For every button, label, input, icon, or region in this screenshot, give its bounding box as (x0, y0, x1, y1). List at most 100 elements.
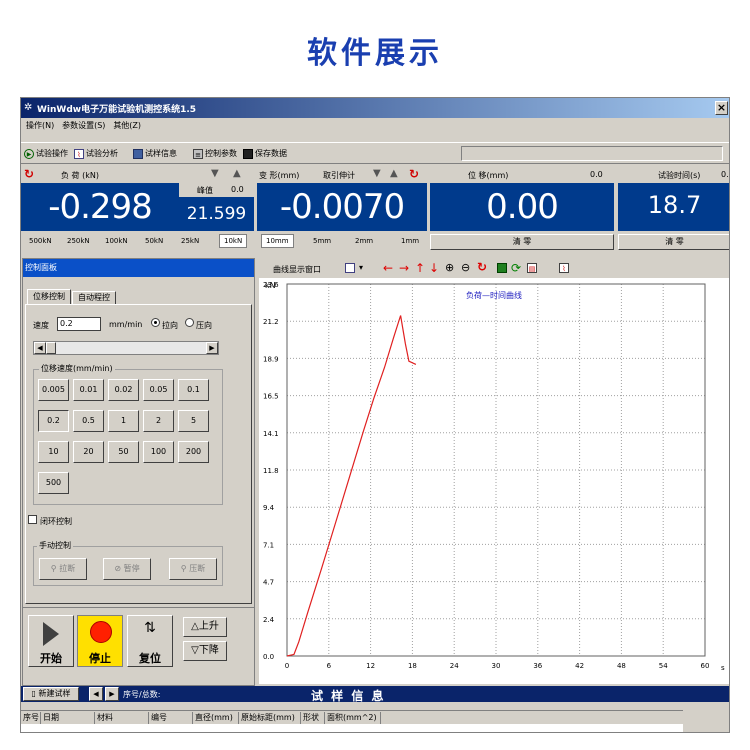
close-button[interactable]: × (715, 101, 728, 115)
dropdown-arrow-icon[interactable]: ▾ (359, 263, 363, 272)
refresh-icon[interactable]: ↻ (24, 167, 34, 181)
arrow-down-icon[interactable]: ↓ (429, 261, 439, 275)
arrow-up-icon[interactable]: ▲ (390, 168, 398, 179)
speed-label: 速度 (33, 321, 49, 330)
next-sample-button[interactable]: ▶ (105, 687, 119, 701)
preset-speed-button[interactable]: 0.01 (73, 379, 104, 401)
tab-auto-control[interactable]: 自动程控 (72, 291, 116, 304)
preset-speed-button[interactable]: 1 (108, 410, 139, 432)
start-button[interactable]: 开始 (28, 615, 74, 667)
chart-background (259, 278, 729, 684)
refresh-icon[interactable]: ↻ (477, 260, 487, 274)
preset-speed-button[interactable]: 100 (143, 441, 174, 463)
range-250kn[interactable]: 250kN (67, 237, 90, 245)
closed-loop-checkbox[interactable] (28, 515, 37, 524)
up-button[interactable]: △上升 (183, 617, 227, 637)
test-analysis-button[interactable]: ⌇ 试验分析 (74, 148, 118, 159)
prev-sample-button[interactable]: ◀ (89, 687, 103, 701)
col-material[interactable]: 材料 (95, 712, 149, 724)
chart-type-icon[interactable] (345, 263, 355, 273)
tab-position-control[interactable]: 位移控制 (27, 289, 71, 304)
load-label: 负 荷 (kN) (61, 171, 99, 180)
radio-pull-label: 拉向 (162, 321, 178, 330)
preset-speed-button[interactable]: 0.02 (108, 379, 139, 401)
col-shape[interactable]: 形状 (301, 712, 325, 724)
speed-slider[interactable]: ◀ ▶ (33, 341, 219, 355)
manual-press-button[interactable]: ⚲ 压断 (169, 558, 217, 580)
test-analysis-label: 试验分析 (86, 149, 118, 158)
speed-input[interactable]: 0.2 (57, 317, 101, 331)
arrow-left-icon[interactable]: ← (383, 261, 393, 275)
col-seq[interactable]: 序号 (21, 712, 41, 724)
col-area[interactable]: 面积(mm^2) (325, 712, 381, 724)
range-50kn[interactable]: 50kN (145, 237, 163, 245)
range-500kn[interactable]: 500kN (29, 237, 52, 245)
slider-left-arrow-icon[interactable]: ◀ (34, 342, 46, 354)
manual-pull-button[interactable]: ⚲ 拉断 (39, 558, 87, 580)
time-value: 18.7 (647, 191, 702, 219)
preset-speed-button[interactable]: 2 (143, 410, 174, 432)
range-100kn[interactable]: 100kN (105, 237, 128, 245)
preset-speed-button[interactable]: 0.1 (178, 379, 209, 401)
arrow-up-icon[interactable]: ↑ (415, 261, 425, 275)
zoom-out-icon[interactable]: ⊖ (461, 261, 470, 274)
sample-info-button[interactable]: 试样信息 (133, 148, 177, 159)
col-gauge-length[interactable]: 原始标距(mm) (239, 712, 301, 724)
time-zero-button[interactable]: 清 零 (618, 234, 729, 250)
peak-value: 21.599 (186, 204, 247, 224)
arrow-right-icon[interactable]: → (399, 261, 409, 275)
control-params-button[interactable]: ≡ 控制参数 (193, 148, 237, 159)
export-icon[interactable] (497, 263, 507, 273)
col-diameter[interactable]: 直径(mm) (193, 712, 239, 724)
arrow-down-icon[interactable]: ▼ (373, 168, 381, 179)
radio-dot (154, 321, 157, 324)
arrow-down-icon[interactable]: ▼ (211, 168, 219, 179)
report-icon[interactable]: ▤ (527, 263, 537, 273)
range-25kn[interactable]: 25kN (181, 237, 199, 245)
slider-right-arrow-icon[interactable]: ▶ (206, 342, 218, 354)
preset-speed-button[interactable]: 0.05 (143, 379, 174, 401)
save-data-button[interactable]: 保存数据 (243, 148, 287, 159)
zoom-in-icon[interactable]: ⊕ (445, 261, 454, 274)
range-10mm[interactable]: 10mm (261, 234, 294, 248)
preset-speed-button[interactable]: 0.005 (38, 379, 69, 401)
arrow-up-icon[interactable]: ▲ (233, 168, 241, 179)
print-icon[interactable]: ⌇ (559, 263, 569, 273)
preset-speed-button[interactable]: 0.5 (73, 410, 104, 432)
preset-speed-button[interactable]: 0.2 (38, 410, 69, 432)
preset-speed-button[interactable]: 10 (38, 441, 69, 463)
pause-icon: ⊘ (114, 564, 122, 573)
col-date[interactable]: 日期 (41, 712, 95, 724)
preset-speed-label: 位移速度(mm/min) (39, 363, 115, 374)
col-id[interactable]: 编号 (149, 712, 193, 724)
sync-icon[interactable]: ⟳ (511, 261, 521, 275)
menu-params[interactable]: 参数设置(S) (62, 119, 105, 133)
refresh-icon[interactable]: ↻ (409, 167, 419, 181)
disp-zero-button[interactable]: 清 零 (430, 234, 614, 250)
menu-operation[interactable]: 操作(N) (26, 119, 54, 133)
range-10kn[interactable]: 10kN (219, 234, 248, 248)
radio-press[interactable] (185, 318, 194, 327)
menu-other[interactable]: 其他(Z) (113, 119, 141, 133)
reset-button[interactable]: ⇅ 复位 (127, 615, 173, 667)
range-2mm[interactable]: 2mm (355, 237, 373, 245)
stop-button[interactable]: 停止 (77, 615, 123, 667)
preset-speed-button[interactable]: 200 (178, 441, 209, 463)
radio-pull[interactable] (151, 318, 160, 327)
y-axis-label: kN (265, 281, 276, 290)
down-button[interactable]: ▽下降 (183, 641, 227, 661)
preset-speed-button[interactable]: 20 (73, 441, 104, 463)
preset-speed-button[interactable]: 500 (38, 472, 69, 494)
range-5mm[interactable]: 5mm (313, 237, 331, 245)
y-tick-label: 11.8 (263, 467, 279, 475)
disp-display: 0.00 (430, 183, 614, 231)
slider-thumb[interactable] (46, 342, 56, 354)
y-tick-label: 18.9 (263, 355, 279, 363)
preset-speed-button[interactable]: 50 (108, 441, 139, 463)
disp-header: 位 移(mm) 0.0 (430, 168, 614, 182)
new-sample-button[interactable]: ▯ 新建试样 (23, 687, 79, 701)
range-1mm[interactable]: 1mm (401, 237, 419, 245)
test-operation-button[interactable]: ▶ 试验操作 (24, 148, 68, 159)
manual-pause-button[interactable]: ⊘ 暂停 (103, 558, 151, 580)
preset-speed-button[interactable]: 5 (178, 410, 209, 432)
